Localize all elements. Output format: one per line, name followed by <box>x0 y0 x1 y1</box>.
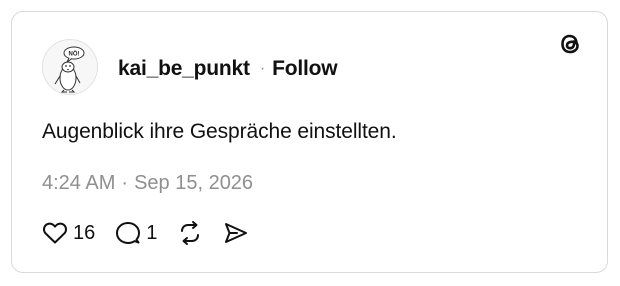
like-button[interactable]: 16 <box>42 221 95 245</box>
post-header: kai_be_punkt · Follow <box>118 56 338 82</box>
speech-bubble-icon <box>116 222 141 244</box>
action-bar: 16 1 <box>42 219 269 247</box>
avatar-badge-text: NÖ! <box>69 51 80 58</box>
post-timestamp[interactable]: 4:24 AM · Sep 15, 2026 <box>42 172 253 195</box>
username-link[interactable]: kai_be_punkt <box>118 57 250 81</box>
penguin-avatar-icon: NÖ! <box>54 46 85 93</box>
post-date: Sep 15, 2026 <box>134 172 254 194</box>
post-card: NÖ! kai_be_punkt · Follow Augenblick ihr… <box>11 11 608 273</box>
share-button[interactable] <box>223 220 249 246</box>
send-icon <box>225 223 248 243</box>
reply-count: 1 <box>146 221 158 244</box>
post-text: Augenblick ihre Gespräche einstellten. <box>42 120 397 143</box>
heart-icon <box>43 222 67 244</box>
header-separator: · <box>259 60 266 77</box>
meta-separator: · <box>121 172 129 194</box>
reply-button[interactable]: 1 <box>115 220 157 246</box>
like-count: 16 <box>73 221 96 244</box>
repost-icon <box>181 221 200 245</box>
avatar[interactable]: NÖ! <box>42 39 98 95</box>
post-time: 4:24 AM <box>42 172 116 194</box>
follow-button[interactable]: Follow <box>272 57 337 81</box>
threads-logo-icon[interactable] <box>557 30 583 58</box>
repost-button[interactable] <box>177 220 203 246</box>
